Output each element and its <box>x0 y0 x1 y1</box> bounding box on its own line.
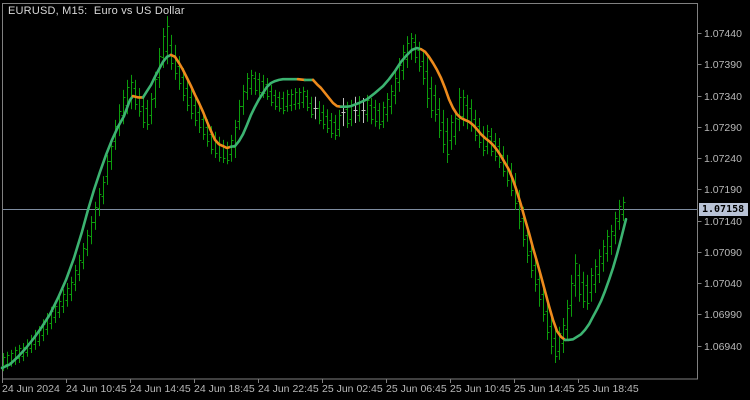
price-axis-label: 1.07040 <box>704 278 742 290</box>
chart-canvas: 1.07440 1.07390 1.07340 1.07290 1.07240 1.071… <box>0 3 743 395</box>
time-axis-label: 25 Jun 10:45 <box>450 383 511 395</box>
price-axis-label: 1.07290 <box>704 122 742 134</box>
time-axis-label: 24 Jun 14:45 <box>130 383 191 395</box>
price-axis-label: 1.06940 <box>704 341 742 353</box>
price-axis-label: 1.06990 <box>704 309 742 321</box>
time-axis-label: 24 Jun 18:45 <box>194 383 255 395</box>
price-axis-label: 1.07240 <box>704 153 742 165</box>
price-axis-label: 1.07140 <box>704 216 742 228</box>
price-axis-label: 1.07390 <box>704 59 742 71</box>
time-axis-label: 25 Jun 02:45 <box>322 383 383 395</box>
price-axis-label: 1.07090 <box>704 247 742 259</box>
time-axis-label: 25 Jun 06:45 <box>386 383 447 395</box>
time-axis-label: 24 Jun 2024 <box>2 383 60 395</box>
chart-title: EURUSD, M15: Euro vs US Dollar <box>8 5 185 17</box>
price-axis[interactable]: 1.07440 1.07390 1.07340 1.07290 1.07240 1.071… <box>697 28 743 353</box>
time-axis-label: 25 Jun 18:45 <box>578 383 639 395</box>
time-axis-label: 24 Jun 22:45 <box>258 383 319 395</box>
time-axis[interactable]: 24 Jun 2024 24 Jun 10:45 24 Jun 14:45 24 Ju… <box>2 379 639 395</box>
current-price-badge: 1.07158 <box>699 202 748 216</box>
mt5-chart-window: 1.07440 1.07390 1.07340 1.07290 1.07240 1.071… <box>0 0 750 400</box>
time-axis-label: 24 Jun 10:45 <box>66 383 127 395</box>
price-axis-label: 1.07340 <box>704 91 742 103</box>
price-axis-label: 1.07190 <box>704 184 742 196</box>
chart-plot-area[interactable] <box>3 4 697 378</box>
price-axis-label: 1.07440 <box>704 28 742 40</box>
time-axis-label: 25 Jun 14:45 <box>514 383 575 395</box>
